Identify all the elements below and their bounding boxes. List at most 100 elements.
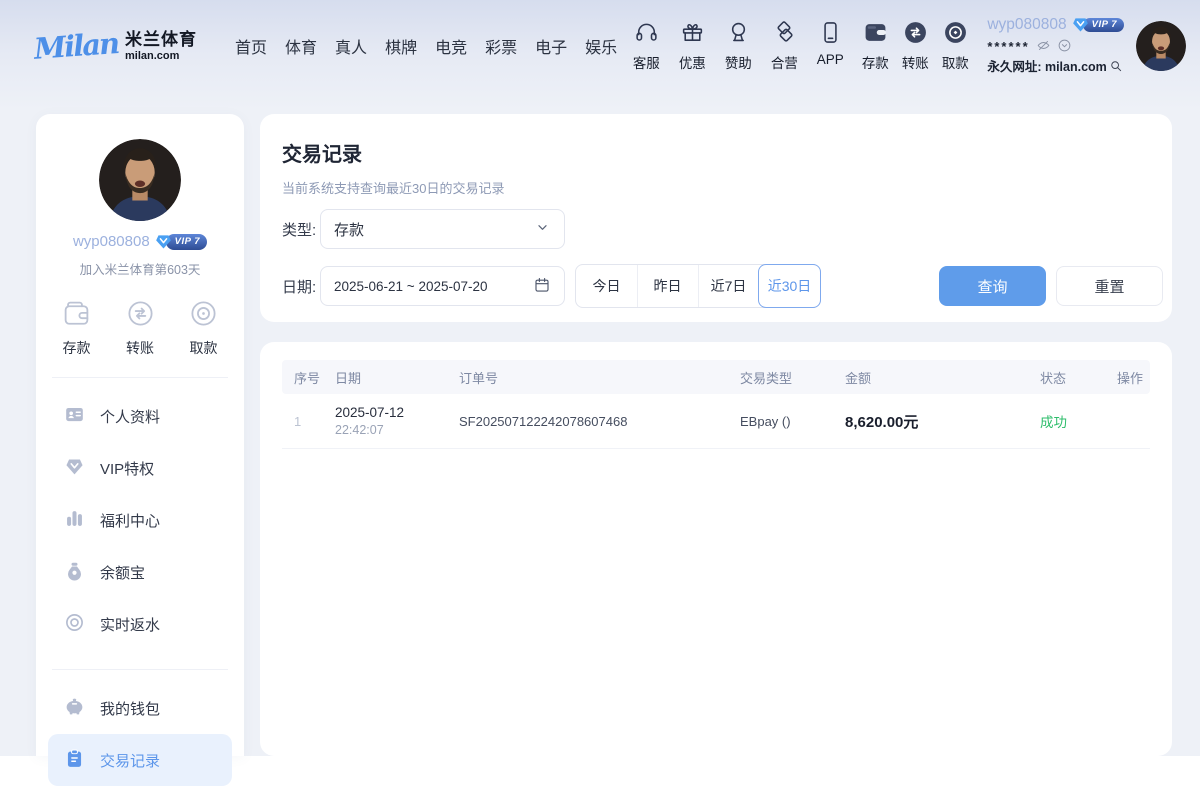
col-amount: 金额 [845, 368, 1040, 387]
action-label: 存款 [862, 52, 889, 72]
withdraw-button[interactable]: 取款 [938, 20, 972, 72]
vip-diamond-icon [154, 233, 173, 250]
table-row: 1 2025-07-12 22:42:07 SF2025071222420786… [282, 394, 1150, 449]
sidebar-menu: 个人资料 VIP特权 福利中心 余额宝 实时返水 [36, 378, 244, 650]
cell-order-no: SF202507122242078607468 [459, 414, 740, 429]
cell-amount: 8,620.00元 [845, 411, 1040, 432]
menu-item-label: 实时返水 [100, 614, 160, 635]
sidebar-item-transaction-records[interactable]: 交易记录 [48, 734, 232, 786]
sidebar-item-rebate[interactable]: 实时返水 [48, 598, 232, 650]
date-filter-label: 日期: [282, 276, 320, 297]
action-label: 转账 [902, 52, 929, 72]
app-download-button[interactable]: APP [813, 20, 847, 72]
deposit-button[interactable]: 存款 [858, 20, 892, 72]
col-action: 操作 [1117, 368, 1150, 387]
range-30days-button[interactable]: 近30日 [758, 264, 821, 308]
brand-name: 米兰体育 [125, 31, 197, 48]
wallet-actions: 存款 转账 取款 [858, 20, 972, 72]
type-filter-label: 类型: [282, 219, 320, 240]
sidebar-avatar[interactable] [99, 139, 181, 221]
nav-item-esports[interactable]: 电竞 [433, 30, 469, 62]
brand-logo[interactable]: Milan 米兰体育 milan.com [34, 29, 197, 63]
brand-domain: milan.com [125, 51, 197, 62]
sidebar-menu-secondary: 我的钱包 交易记录 [36, 670, 244, 786]
rebate-icon [64, 612, 85, 637]
sidebar: wyp080808 VIP 7 加入米兰体育第603天 存款 转账 取款 [36, 114, 244, 756]
sidebar-item-benefits[interactable]: 福利中心 [48, 494, 232, 546]
id-card-icon [64, 404, 85, 429]
vip-badge: VIP 7 [1071, 16, 1124, 33]
sidebar-withdraw-button[interactable]: 取款 [189, 299, 218, 358]
permanent-url-label: 永久网址: milan.com [987, 61, 1106, 74]
action-label: 合营 [771, 52, 798, 72]
range-7days-button[interactable]: 近7日 [698, 265, 759, 307]
main-nav: 首页 体育 真人 棋牌 电竞 彩票 电子 娱乐 [233, 30, 619, 62]
type-select-value: 存款 [334, 219, 364, 240]
date-range-input[interactable]: 2025-06-21 ~ 2025-07-20 [320, 266, 565, 306]
nav-item-lottery[interactable]: 彩票 [483, 30, 519, 62]
nav-item-slots[interactable]: 电子 [533, 30, 569, 62]
menu-item-label: VIP特权 [100, 458, 154, 479]
search-button[interactable]: 查询 [939, 266, 1046, 306]
promotions-button[interactable]: 优惠 [675, 20, 709, 72]
quick-action-label: 取款 [190, 338, 218, 358]
moneybag-icon [64, 560, 85, 585]
avatar-image [99, 139, 181, 221]
col-index: 序号 [294, 368, 335, 387]
brand-text: 米兰体育 milan.com [125, 31, 197, 62]
sidebar-transfer-button[interactable]: 转账 [126, 299, 155, 358]
sidebar-item-vip[interactable]: VIP特权 [48, 442, 232, 494]
transfer-button[interactable]: 转账 [898, 20, 932, 72]
search-icon[interactable] [1109, 59, 1123, 76]
col-status: 状态 [1040, 368, 1117, 387]
action-label: 赞助 [725, 52, 752, 72]
affiliate-button[interactable]: 合营 [767, 20, 801, 72]
calendar-icon [533, 276, 551, 297]
header-username[interactable]: wyp080808 [987, 17, 1066, 33]
header-avatar[interactable] [1136, 21, 1186, 71]
nav-item-home[interactable]: 首页 [233, 30, 269, 62]
member-days-text: 加入米兰体育第603天 [36, 259, 244, 278]
table-header: 序号 日期 订单号 交易类型 金额 状态 操作 [282, 360, 1150, 394]
chevron-circle-icon[interactable] [1057, 38, 1072, 55]
phone-icon [818, 20, 843, 48]
headset-icon [634, 20, 659, 48]
cell-index: 1 [294, 414, 335, 429]
col-order-no: 订单号 [459, 368, 740, 387]
action-label: 优惠 [679, 52, 706, 72]
vip-diamond-icon [1071, 16, 1090, 33]
nav-item-sports[interactable]: 体育 [283, 30, 319, 62]
nav-item-entertainment[interactable]: 娱乐 [583, 30, 619, 62]
sponsor-button[interactable]: 赞助 [721, 20, 755, 72]
chevron-down-icon [534, 219, 551, 240]
withdraw-icon [943, 20, 968, 48]
col-date: 日期 [335, 368, 459, 387]
customer-service-button[interactable]: 客服 [629, 20, 663, 72]
transaction-table-panel: 序号 日期 订单号 交易类型 金额 状态 操作 1 2025-07-12 22:… [260, 342, 1172, 756]
vip-badge: VIP 7 [154, 233, 207, 250]
sidebar-item-profile[interactable]: 个人资料 [48, 390, 232, 442]
transaction-filter-panel: 交易记录 当前系统支持查询最近30日的交易记录 类型: 存款 日期: 2025-… [260, 114, 1172, 322]
gift-icon [680, 20, 705, 48]
reset-button[interactable]: 重置 [1056, 266, 1163, 306]
nav-item-live[interactable]: 真人 [333, 30, 369, 62]
cell-date: 2025-07-12 22:42:07 [335, 405, 459, 437]
vip-diamond-icon [64, 456, 85, 481]
status-badge: 成功 [1040, 411, 1117, 431]
range-today-button[interactable]: 今日 [576, 265, 637, 307]
sidebar-deposit-button[interactable]: 存款 [62, 299, 91, 358]
date-range-value: 2025-06-21 ~ 2025-07-20 [334, 279, 488, 294]
nav-item-cards[interactable]: 棋牌 [383, 30, 419, 62]
withdraw-outline-icon [189, 299, 218, 331]
quick-action-label: 转账 [126, 338, 154, 358]
type-select[interactable]: 存款 [320, 209, 565, 249]
sidebar-item-yuebao[interactable]: 余额宝 [48, 546, 232, 598]
user-info-block: wyp080808 VIP 7 ****** 永久网址: milan.com [987, 16, 1124, 76]
col-type: 交易类型 [740, 368, 845, 387]
eye-slash-icon[interactable] [1036, 38, 1051, 55]
menu-item-label: 我的钱包 [100, 698, 160, 719]
masked-balance: ****** [987, 40, 1029, 53]
records-icon [64, 748, 85, 773]
sidebar-item-wallet[interactable]: 我的钱包 [48, 682, 232, 734]
range-yesterday-button[interactable]: 昨日 [637, 265, 698, 307]
